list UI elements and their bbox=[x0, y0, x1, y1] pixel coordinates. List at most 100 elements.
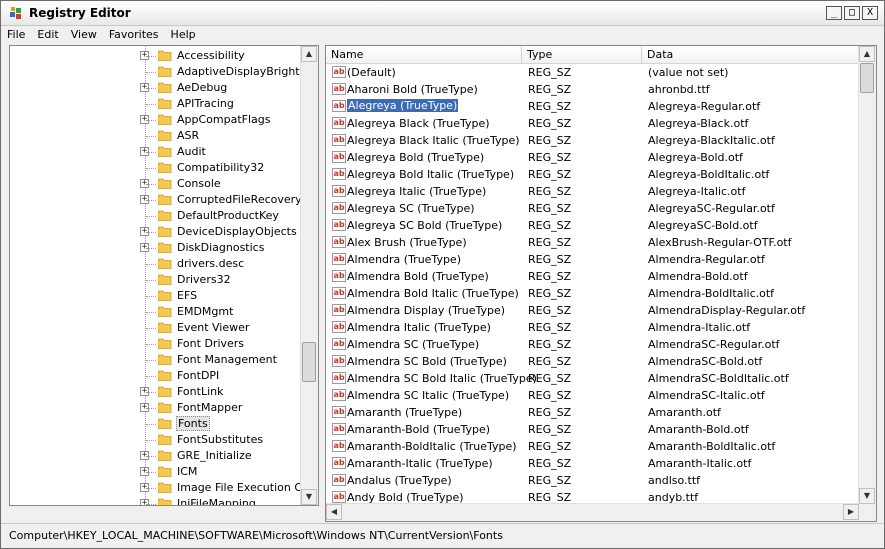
scroll-up-arrow-icon[interactable]: ▲ bbox=[301, 46, 317, 62]
value-name: Amaranth (TrueType) bbox=[347, 406, 463, 419]
menu-favorites[interactable]: Favorites bbox=[103, 25, 165, 45]
registry-values-list[interactable]: Name Type Data ab (Default) REG_SZ (value n… bbox=[325, 45, 877, 522]
registry-key-tree[interactable]: +AccessibilityAdaptiveDisplayBrightness +… bbox=[9, 45, 319, 506]
tree-item-label: GRE_Initialize bbox=[177, 449, 252, 462]
value-row[interactable]: ab Alegreya Bold (TrueType) REG_SZ Alegreya… bbox=[326, 149, 859, 166]
scroll-corner bbox=[859, 504, 876, 521]
tree-connector bbox=[146, 280, 156, 281]
title-bar[interactable]: Registry Editor _ □ X bbox=[1, 1, 884, 26]
scroll-right-arrow-icon[interactable]: ▶ bbox=[843, 504, 859, 520]
value-name: Alegreya SC Bold (TrueType) bbox=[347, 219, 503, 232]
value-row[interactable]: ab Andalus (TrueType) REG_SZ andlso.ttf bbox=[326, 472, 859, 489]
column-header-type[interactable]: Type bbox=[522, 46, 642, 63]
menu-help[interactable]: Help bbox=[165, 25, 202, 45]
value-row[interactable]: ab Amaranth-BoldItalic (TrueType) REG_SZ Am… bbox=[326, 438, 859, 455]
tree-item[interactable]: +Image File Execution Option bbox=[10, 480, 301, 496]
value-row[interactable]: ab Alegreya Italic (TrueType) REG_SZ Alegre… bbox=[326, 183, 859, 200]
value-data: AlexBrush-Regular-OTF.otf bbox=[648, 236, 792, 249]
value-row[interactable]: ab (Default) REG_SZ (value not set) bbox=[326, 64, 859, 81]
menu-file[interactable]: File bbox=[1, 25, 31, 45]
tree-item[interactable]: + IniFileMapping bbox=[10, 496, 301, 505]
string-value-icon: ab bbox=[332, 100, 346, 112]
tree-item[interactable]: + FontMapper bbox=[10, 400, 301, 416]
value-row[interactable]: ab Almendra (TrueType) REG_SZ Almendra-Regu… bbox=[326, 251, 859, 268]
tree-item[interactable]: + FontLink bbox=[10, 384, 301, 400]
tree-item[interactable]: + ICM bbox=[10, 464, 301, 480]
value-row[interactable]: ab Almendra Bold Italic (TrueType) REG_SZ A… bbox=[326, 285, 859, 302]
value-row[interactable]: ab Alegreya (TrueType) REG_SZ Alegreya-Regu… bbox=[326, 98, 859, 115]
value-row[interactable]: ab Almendra Display (TrueType) REG_SZ Almen… bbox=[326, 302, 859, 319]
tree-item[interactable]: + DiskDiagnostics bbox=[10, 240, 301, 256]
tree-item[interactable]: Font Drivers bbox=[10, 336, 301, 352]
value-row[interactable]: ab Andy Bold (TrueType) REG_SZ andyb.ttf bbox=[326, 489, 859, 504]
tree-connector bbox=[146, 264, 156, 265]
value-row[interactable]: ab Almendra SC (TrueType) REG_SZ AlmendraSC… bbox=[326, 336, 859, 353]
value-row[interactable]: ab Amaranth (TrueType) REG_SZ Amaranth.otf bbox=[326, 404, 859, 421]
value-row[interactable]: ab Alex Brush (TrueType) REG_SZ AlexBrush-R… bbox=[326, 234, 859, 251]
value-row[interactable]: ab Alegreya Black Italic (TrueType) REG_SZ… bbox=[326, 132, 859, 149]
tree-item[interactable]: ASR bbox=[10, 128, 301, 144]
tree-item[interactable]: EFS bbox=[10, 288, 301, 304]
scroll-left-arrow-icon[interactable]: ◀ bbox=[326, 504, 342, 520]
tree-item[interactable]: Event Viewer bbox=[10, 320, 301, 336]
value-row[interactable]: ab Almendra SC Italic (TrueType) REG_SZ Alm… bbox=[326, 387, 859, 404]
tree-item-label: drivers.desc bbox=[177, 257, 245, 270]
tree-item-label: Event Viewer bbox=[177, 321, 250, 334]
tree-item[interactable]: + Accessibility bbox=[10, 48, 301, 64]
tree-item[interactable]: AdaptiveDisplayBrightness bbox=[10, 64, 301, 80]
value-row[interactable]: ab Alegreya SC (TrueType) REG_SZ AlegreyaSC… bbox=[326, 200, 859, 217]
tree-item[interactable]: Compatibility32 bbox=[10, 160, 301, 176]
menu-view[interactable]: View bbox=[65, 25, 103, 45]
list-vertical-scrollbar[interactable]: ▲ ▼ bbox=[858, 46, 876, 504]
column-header-name[interactable]: Name bbox=[326, 46, 522, 63]
tree-item-label: FontMapper bbox=[177, 401, 243, 414]
tree-item[interactable]: + DeviceDisplayObjects bbox=[10, 224, 301, 240]
menu-edit[interactable]: Edit bbox=[31, 25, 64, 45]
value-row[interactable]: ab Almendra SC Bold Italic (TrueType) REG_… bbox=[326, 370, 859, 387]
tree-item[interactable]: Drivers32 bbox=[10, 272, 301, 288]
tree-vertical-scrollbar[interactable]: ▲ ▼ bbox=[300, 46, 318, 505]
column-header-data[interactable]: Data bbox=[642, 46, 861, 63]
tree-item[interactable]: DefaultProductKey bbox=[10, 208, 301, 224]
tree-item[interactable]: + GRE_Initialize bbox=[10, 448, 301, 464]
tree-item[interactable]: Fonts bbox=[10, 416, 301, 432]
value-name: Amaranth-Italic (TrueType) bbox=[347, 457, 493, 470]
string-value-icon: ab bbox=[332, 270, 346, 282]
folder-icon bbox=[158, 258, 172, 269]
tree-item[interactable]: + Audit bbox=[10, 144, 301, 160]
tree-item[interactable]: APITracing bbox=[10, 96, 301, 112]
minimize-button[interactable]: _ bbox=[826, 6, 842, 20]
maximize-button[interactable]: □ bbox=[844, 6, 860, 20]
list-scroll-thumb[interactable] bbox=[860, 63, 874, 93]
value-row[interactable]: ab Almendra SC Bold (TrueType) REG_SZ Almen… bbox=[326, 353, 859, 370]
tree-item[interactable]: + AeDebug bbox=[10, 80, 301, 96]
tree-item[interactable]: FontDPI bbox=[10, 368, 301, 384]
value-row[interactable]: ab Alegreya Black (TrueType) REG_SZ Alegrey… bbox=[326, 115, 859, 132]
value-row[interactable]: ab Alegreya Bold Italic (TrueType) REG_SZ A… bbox=[326, 166, 859, 183]
value-row[interactable]: ab Amaranth-Italic (TrueType) REG_SZ Amaran… bbox=[326, 455, 859, 472]
tree-item[interactable]: + CorruptedFileRecovery bbox=[10, 192, 301, 208]
tree-item[interactable]: FontSubstitutes bbox=[10, 432, 301, 448]
value-type: REG_SZ bbox=[528, 219, 572, 232]
tree-scroll-thumb[interactable] bbox=[302, 342, 316, 382]
value-name: Alegreya Bold (TrueType) bbox=[347, 151, 485, 164]
scroll-up-arrow-icon[interactable]: ▲ bbox=[859, 46, 875, 62]
value-name: Alegreya Black Italic (TrueType) bbox=[347, 134, 520, 147]
close-button[interactable]: X bbox=[862, 6, 878, 20]
tree-item[interactable]: Font Management bbox=[10, 352, 301, 368]
value-row[interactable]: ab Aharoni Bold (TrueType) REG_SZ ahronbd.t… bbox=[326, 81, 859, 98]
tree-item[interactable]: + AppCompatFlags bbox=[10, 112, 301, 128]
tree-item[interactable]: + Console bbox=[10, 176, 301, 192]
list-horizontal-scrollbar[interactable]: ◀ ▶ bbox=[326, 503, 859, 521]
scroll-down-arrow-icon[interactable]: ▼ bbox=[859, 488, 875, 504]
scroll-down-arrow-icon[interactable]: ▼ bbox=[301, 489, 317, 505]
value-row[interactable]: ab Alegreya SC Bold (TrueType) REG_SZ Alegr… bbox=[326, 217, 859, 234]
tree-item[interactable]: EMDMgmt bbox=[10, 304, 301, 320]
tree-item-label: FontDPI bbox=[177, 369, 220, 382]
tree-connector bbox=[146, 392, 156, 393]
tree-item[interactable]: drivers.desc bbox=[10, 256, 301, 272]
value-row[interactable]: ab Almendra Italic (TrueType) REG_SZ Almend… bbox=[326, 319, 859, 336]
value-row[interactable]: ab Amaranth-Bold (TrueType) REG_SZ Amaranth… bbox=[326, 421, 859, 438]
value-row[interactable]: ab Almendra Bold (TrueType) REG_SZ Almendra… bbox=[326, 268, 859, 285]
string-value-icon: ab bbox=[332, 338, 346, 350]
